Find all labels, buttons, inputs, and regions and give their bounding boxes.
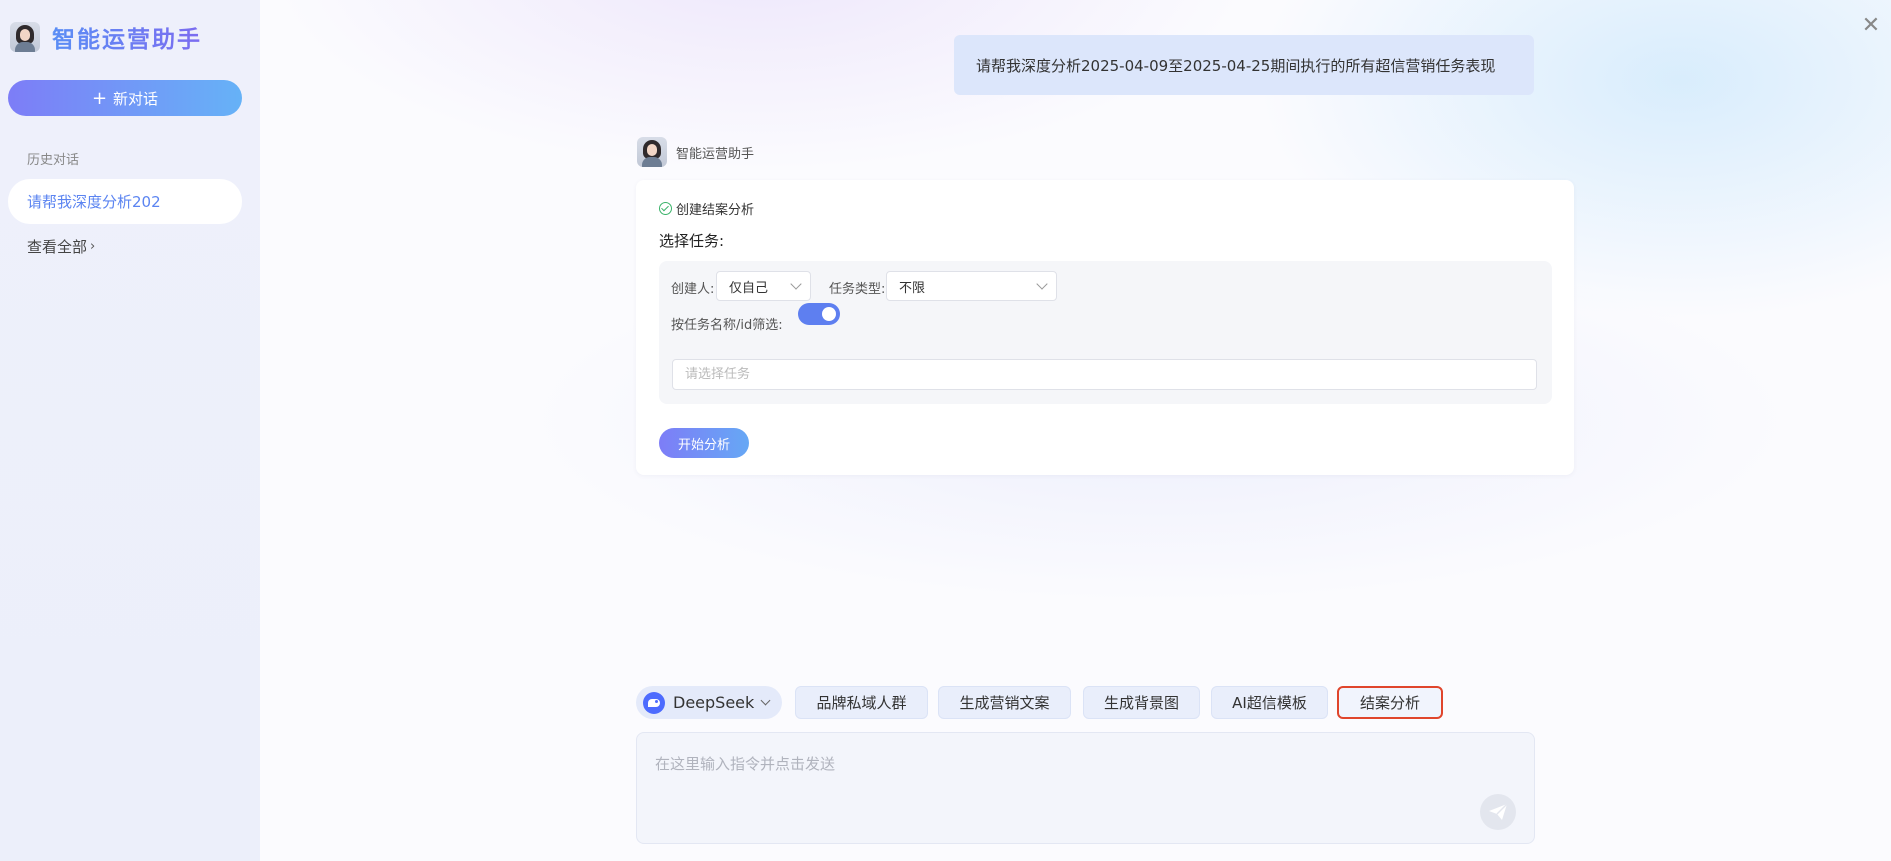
- start-analysis-button[interactable]: 开始分析: [659, 428, 749, 458]
- chip-marketing-copy[interactable]: 生成营销文案: [938, 686, 1071, 719]
- task-type-value: 不限: [899, 280, 926, 296]
- analysis-card: 创建结案分析 选择任务: 创建人: 仅自己 任务类型: 不限 按任务名称/id筛…: [636, 180, 1574, 475]
- status-line: 创建结案分析: [659, 199, 754, 218]
- chevron-down-icon: [1036, 278, 1048, 290]
- brand: 智能运营助手: [10, 20, 202, 54]
- chevron-right-icon: ›: [90, 239, 96, 254]
- close-icon[interactable]: ✕: [1859, 14, 1883, 38]
- filter-by-name-label: 按任务名称/id筛选:: [671, 318, 783, 333]
- chip-case-analysis[interactable]: 结案分析: [1337, 686, 1443, 719]
- user-message: 请帮我深度分析2025-04-09至2025-04-25期间执行的所有超信营销任…: [954, 35, 1534, 95]
- assistant-avatar-icon: [10, 22, 40, 52]
- deepseek-logo-icon: [643, 691, 665, 714]
- history-item[interactable]: 请帮我深度分析202: [8, 179, 242, 224]
- chevron-down-icon: [790, 278, 802, 290]
- view-all-link[interactable]: 查看全部 ›: [27, 236, 95, 257]
- select-task-title: 选择任务:: [659, 232, 725, 250]
- view-all-label: 查看全部: [27, 238, 88, 256]
- creator-select[interactable]: 仅自己: [716, 271, 811, 301]
- task-type-select[interactable]: 不限: [886, 271, 1057, 301]
- sidebar: 智能运营助手 + 新对话 历史对话 请帮我深度分析202 查看全部 ›: [0, 0, 260, 861]
- new-chat-button[interactable]: + 新对话: [8, 80, 242, 116]
- check-circle-icon: [659, 202, 672, 215]
- new-chat-label: 新对话: [113, 89, 159, 108]
- task-type-label: 任务类型:: [829, 282, 886, 297]
- filter-toggle[interactable]: [798, 303, 840, 325]
- user-message-text: 请帮我深度分析2025-04-09至2025-04-25期间执行的所有超信营销任…: [976, 56, 1496, 75]
- filter-panel: 创建人: 仅自己 任务类型: 不限 按任务名称/id筛选:: [659, 261, 1552, 404]
- chip-ai-template[interactable]: AI超信模板: [1211, 686, 1328, 719]
- prompt-input[interactable]: [655, 755, 1455, 773]
- creator-label: 创建人:: [671, 282, 715, 297]
- toggle-knob: [822, 307, 836, 321]
- chip-brand-audience[interactable]: 品牌私域人群: [795, 686, 928, 719]
- chat-area: ✕ 请帮我深度分析2025-04-09至2025-04-25期间执行的所有超信营…: [260, 0, 1891, 861]
- chevron-down-icon: [760, 695, 771, 706]
- status-text: 创建结案分析: [676, 203, 755, 218]
- send-icon: [1489, 803, 1508, 820]
- plus-icon: +: [91, 87, 108, 109]
- bot-name: 智能运营助手: [676, 146, 755, 162]
- prompt-box: [636, 732, 1535, 844]
- bot-header: 智能运营助手: [637, 137, 754, 167]
- model-selector[interactable]: DeepSeek: [636, 686, 782, 719]
- send-button[interactable]: [1480, 794, 1516, 830]
- chip-background-image[interactable]: 生成背景图: [1083, 686, 1200, 719]
- history-label: 历史对话: [27, 153, 80, 168]
- creator-value: 仅自己: [729, 280, 769, 296]
- task-select-input[interactable]: [672, 359, 1537, 390]
- history-item-label: 请帮我深度分析202: [27, 193, 161, 211]
- bot-avatar-icon: [637, 137, 667, 167]
- brand-title: 智能运营助手: [52, 20, 202, 54]
- model-name: DeepSeek: [673, 693, 755, 712]
